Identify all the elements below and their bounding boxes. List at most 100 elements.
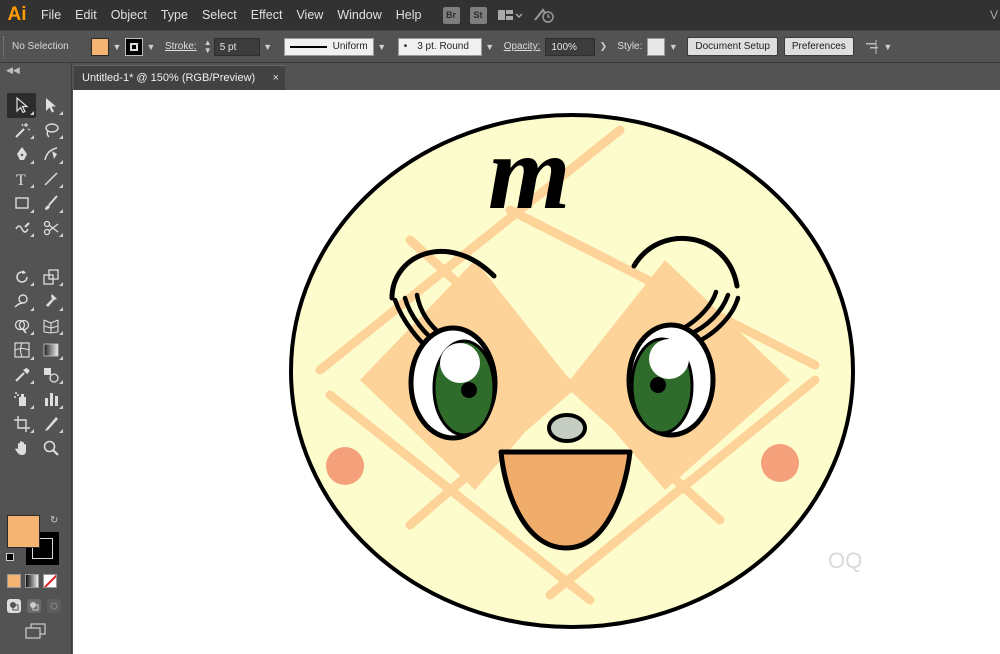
gradient-mode-icon[interactable] <box>25 574 39 588</box>
zoom-tool-icon[interactable] <box>36 436 65 461</box>
watermark: OQ <box>828 548 862 573</box>
default-fill-stroke-icon[interactable] <box>6 553 14 561</box>
gradient-tool-icon[interactable] <box>36 338 65 363</box>
brush-dot-icon: • <box>403 40 408 52</box>
blend-tool-icon[interactable] <box>36 363 65 388</box>
control-bar: No Selection ▼ ▼ Stroke: ▲ ▼ 5 pt ▼ Unifo… <box>0 30 1000 63</box>
left-eye[interactable] <box>408 325 498 441</box>
graphic-style-swatch[interactable] <box>647 37 666 56</box>
menu-view[interactable]: View <box>289 0 330 30</box>
menu-help[interactable]: Help <box>389 0 429 30</box>
bridge-button[interactable]: Br <box>442 6 460 24</box>
stroke-weight-field[interactable]: 5 pt <box>213 37 260 56</box>
color-mode-row <box>7 574 57 588</box>
shape-builder-tool-icon[interactable] <box>7 314 36 339</box>
artboard-canvas[interactable]: m OQ <box>73 90 1000 654</box>
eyedropper-tool-icon[interactable] <box>7 363 36 388</box>
selection-status: No Selection <box>12 41 69 52</box>
logo-letter[interactable]: m <box>488 114 570 231</box>
screen-mode-icon[interactable] <box>25 623 47 644</box>
scissors-tool-icon[interactable] <box>36 216 65 241</box>
column-graph-tool-icon[interactable] <box>36 387 65 412</box>
stock-button[interactable]: St <box>469 6 487 24</box>
color-mode-icon[interactable] <box>7 574 21 588</box>
nose[interactable] <box>547 413 587 443</box>
profile-label: Uniform <box>332 40 368 52</box>
close-tab-icon[interactable]: × <box>273 72 279 84</box>
draw-mode-row <box>7 599 61 613</box>
draw-behind-icon[interactable] <box>27 599 41 613</box>
rotate-tool-icon[interactable] <box>7 265 36 290</box>
stroke-weight-stepper[interactable]: ▲ ▼ <box>202 38 214 55</box>
opacity-expand-arrow[interactable]: ❯ <box>595 41 611 52</box>
hand-tool-icon[interactable] <box>7 436 36 461</box>
draw-normal-icon[interactable] <box>7 599 21 613</box>
app-logo: Ai <box>7 4 27 25</box>
document-setup-button[interactable]: Document Setup <box>687 37 778 56</box>
menu-object[interactable]: Object <box>104 0 154 30</box>
left-cheek[interactable] <box>326 447 364 485</box>
pen-tool-icon[interactable] <box>7 142 36 167</box>
arrange-objects-icon[interactable] <box>864 39 880 55</box>
brush-definition-select[interactable]: • 3 pt. Round <box>397 37 482 56</box>
menu-window[interactable]: Window <box>330 0 388 30</box>
puppet-warp-tool-icon[interactable] <box>36 289 65 314</box>
brush-label: 3 pt. Round <box>417 40 469 52</box>
stroke-color-swatch[interactable] <box>125 37 143 56</box>
workspace-switcher[interactable]: V <box>990 8 1000 22</box>
warp-tool-icon[interactable] <box>7 289 36 314</box>
menu-effect[interactable]: Effect <box>244 0 290 30</box>
stroke-weight-dropdown-arrow[interactable]: ▼ <box>260 42 276 52</box>
draw-inside-icon[interactable] <box>47 599 61 613</box>
right-cheek[interactable] <box>761 444 799 482</box>
opacity-field[interactable]: 100% <box>545 37 596 56</box>
collapse-panel-icon[interactable]: ◀◀ <box>0 63 71 77</box>
scale-tool-icon[interactable] <box>36 265 65 290</box>
slice-tool-icon[interactable] <box>36 412 65 437</box>
line-segment-tool-icon[interactable] <box>36 167 65 192</box>
arrange-documents-icon[interactable] <box>497 8 523 22</box>
arrange-dropdown-arrow[interactable]: ▼ <box>880 42 896 52</box>
paintbrush-tool-icon[interactable] <box>36 191 65 216</box>
svg-text:T: T <box>16 172 26 188</box>
character-artwork[interactable]: m OQ <box>73 90 1000 654</box>
fill-swatch[interactable] <box>7 515 40 548</box>
document-tab-bar: Untitled-1* @ 150% (RGB/Preview) × <box>72 63 1000 90</box>
swap-fill-stroke-icon[interactable]: ↻ <box>50 515 58 526</box>
shaper-tool-icon[interactable] <box>7 216 36 241</box>
right-eye[interactable] <box>626 322 716 438</box>
selection-tool-icon[interactable] <box>7 93 36 118</box>
opacity-label[interactable]: Opacity: <box>504 41 541 52</box>
perspective-grid-tool-icon[interactable] <box>36 314 65 339</box>
fill-color-swatch[interactable] <box>91 37 109 56</box>
stroke-dropdown-arrow[interactable]: ▼ <box>143 42 159 52</box>
symbol-sprayer-tool-icon[interactable] <box>7 387 36 412</box>
type-tool-icon[interactable]: T <box>7 167 36 192</box>
menu-file[interactable]: File <box>34 0 68 30</box>
menu-type[interactable]: Type <box>154 0 195 30</box>
style-dropdown-arrow[interactable]: ▼ <box>665 42 681 52</box>
preferences-button[interactable]: Preferences <box>783 37 854 56</box>
profile-line-icon <box>289 45 327 48</box>
menu-edit[interactable]: Edit <box>68 0 104 30</box>
menu-bar: Ai File Edit Object Type Select Effect V… <box>0 0 1000 30</box>
fill-dropdown-arrow[interactable]: ▼ <box>109 42 125 52</box>
direct-selection-tool-icon[interactable] <box>36 93 65 118</box>
fill-stroke-widget: ↻ <box>6 515 64 567</box>
brush-dropdown-arrow[interactable]: ▼ <box>482 42 498 52</box>
profile-dropdown-arrow[interactable]: ▼ <box>374 42 390 52</box>
document-tab[interactable]: Untitled-1* @ 150% (RGB/Preview) × <box>74 65 285 90</box>
style-label: Style: <box>617 41 643 52</box>
lasso-tool-icon[interactable] <box>36 118 65 143</box>
artboard-tool-icon[interactable] <box>7 412 36 437</box>
rectangle-tool-icon[interactable] <box>7 191 36 216</box>
magic-wand-tool-icon[interactable] <box>7 118 36 143</box>
menu-select[interactable]: Select <box>195 0 244 30</box>
variable-width-profile-select[interactable]: Uniform <box>283 37 374 56</box>
mesh-tool-icon[interactable] <box>7 338 36 363</box>
gpu-performance-icon[interactable] <box>533 7 555 23</box>
curvature-tool-icon[interactable] <box>36 142 65 167</box>
none-mode-icon[interactable] <box>43 574 57 588</box>
stroke-label[interactable]: Stroke: <box>165 41 197 52</box>
tools-panel: ◀◀ T ↻ <box>0 63 72 654</box>
